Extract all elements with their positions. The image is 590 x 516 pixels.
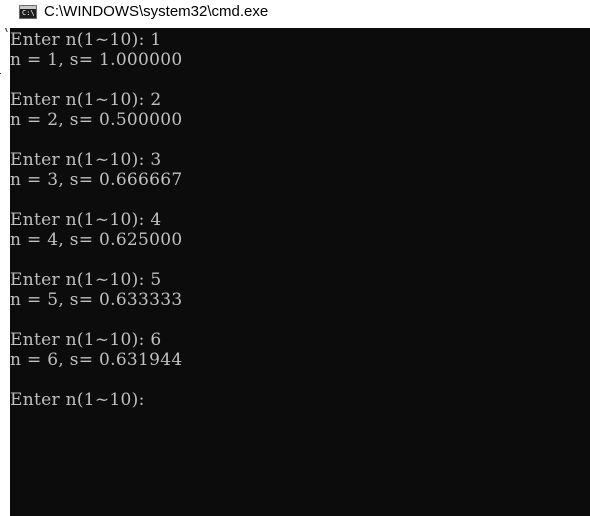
background-text-fragment: . [0,128,1,142]
console-output-area[interactable]: Enter n(1~10): 1 n = 1, s= 1.000000 Ente… [10,28,590,516]
cmd-icon: C:\ [19,5,37,19]
console-line: n = 1, s= 1.000000 [10,50,183,70]
background-window-edge: “( ι . [0,28,10,516]
window-title: C:\WINDOWS\system32\cmd.exe [44,3,269,20]
console-line: n = 3, s= 0.666667 [10,170,183,190]
console-line: Enter n(1~10): 1 [10,30,162,50]
background-text-fragment: “( [0,28,9,34]
console-prompt-line[interactable]: Enter n(1~10): [10,390,183,410]
console-line: n = 2, s= 0.500000 [10,110,183,130]
console-line: Enter n(1~10): 2 [10,90,162,110]
console-line: Enter n(1~10): 5 [10,270,162,290]
console-line: Enter n(1~10): 4 [10,210,162,230]
console-line: n = 5, s= 0.633333 [10,290,183,310]
title-bar[interactable]: C:\ C:\WINDOWS\system32\cmd.exe [0,0,590,28]
cmd-window: C:\ C:\WINDOWS\system32\cmd.exe “( ι . E… [0,0,590,516]
background-text-fragment: ι [0,64,1,78]
console-lines: Enter n(1~10): 1 n = 1, s= 1.000000 Ente… [10,30,183,410]
console-line: n = 6, s= 0.631944 [10,350,183,370]
console-line: n = 4, s= 0.625000 [10,230,183,250]
console-line: Enter n(1~10): 3 [10,150,162,170]
console-line: Enter n(1~10): 6 [10,330,162,350]
